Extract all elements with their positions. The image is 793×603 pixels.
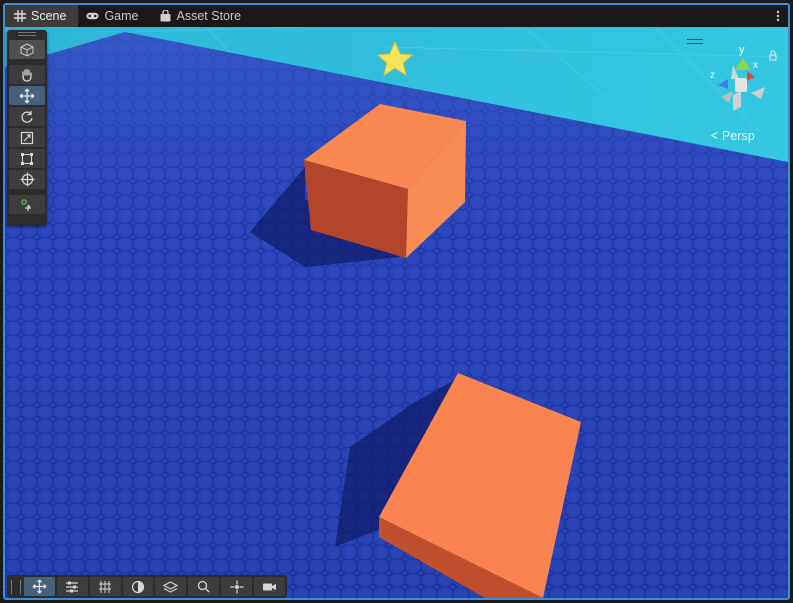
tab-asset-store[interactable]: Asset Store [151, 5, 254, 27]
shading-icon[interactable] [122, 577, 154, 596]
lock-icon [769, 50, 777, 61]
axis-x-label: x [753, 60, 758, 71]
transform-icon[interactable] [9, 170, 45, 189]
tab-game-label: Game [104, 9, 139, 23]
projection-label: Persp [722, 129, 755, 143]
tab-scene-label: Scene [31, 9, 67, 23]
rect-icon[interactable] [9, 149, 45, 168]
toolbar-grip[interactable] [11, 579, 21, 594]
move-icon[interactable] [23, 577, 55, 596]
axis-z-label: z [710, 70, 715, 81]
rotate-icon[interactable] [9, 107, 45, 126]
shopping-bag-icon [159, 10, 172, 23]
cube-icon[interactable] [9, 40, 45, 59]
tab-asset-store-label: Asset Store [176, 9, 242, 23]
search-icon[interactable] [188, 577, 220, 596]
projection-toggle[interactable]: Persp [710, 129, 755, 143]
gizmos-icon[interactable] [221, 577, 253, 596]
scene-render [5, 27, 788, 598]
gamepad-icon [86, 10, 99, 23]
scene-viewport[interactable]: y x z Persp [5, 27, 788, 598]
settings-sliders-icon[interactable] [56, 577, 88, 596]
tab-bar: Scene Game Asset Store [5, 5, 788, 27]
axis-y-label: y [739, 44, 745, 56]
scene-bottom-toolbar [7, 575, 287, 598]
scene-window: Scene Game Asset Store y x z Persp [3, 3, 790, 600]
grid-snap-icon[interactable] [89, 577, 121, 596]
grid-icon [13, 10, 26, 23]
toolbox-grip[interactable] [7, 30, 47, 38]
move-arrows-icon[interactable] [9, 86, 45, 105]
chevron-left-icon [710, 129, 719, 143]
scale-icon[interactable] [9, 128, 45, 147]
kebab-menu-icon[interactable] [768, 5, 788, 27]
tab-game[interactable]: Game [78, 5, 150, 27]
custom-tool-icon[interactable] [9, 195, 45, 214]
camera-icon[interactable] [254, 577, 285, 596]
hand-icon[interactable] [9, 65, 45, 84]
layers-icon[interactable] [155, 577, 187, 596]
tools-overlay [7, 30, 47, 226]
tab-scene[interactable]: Scene [5, 5, 79, 27]
